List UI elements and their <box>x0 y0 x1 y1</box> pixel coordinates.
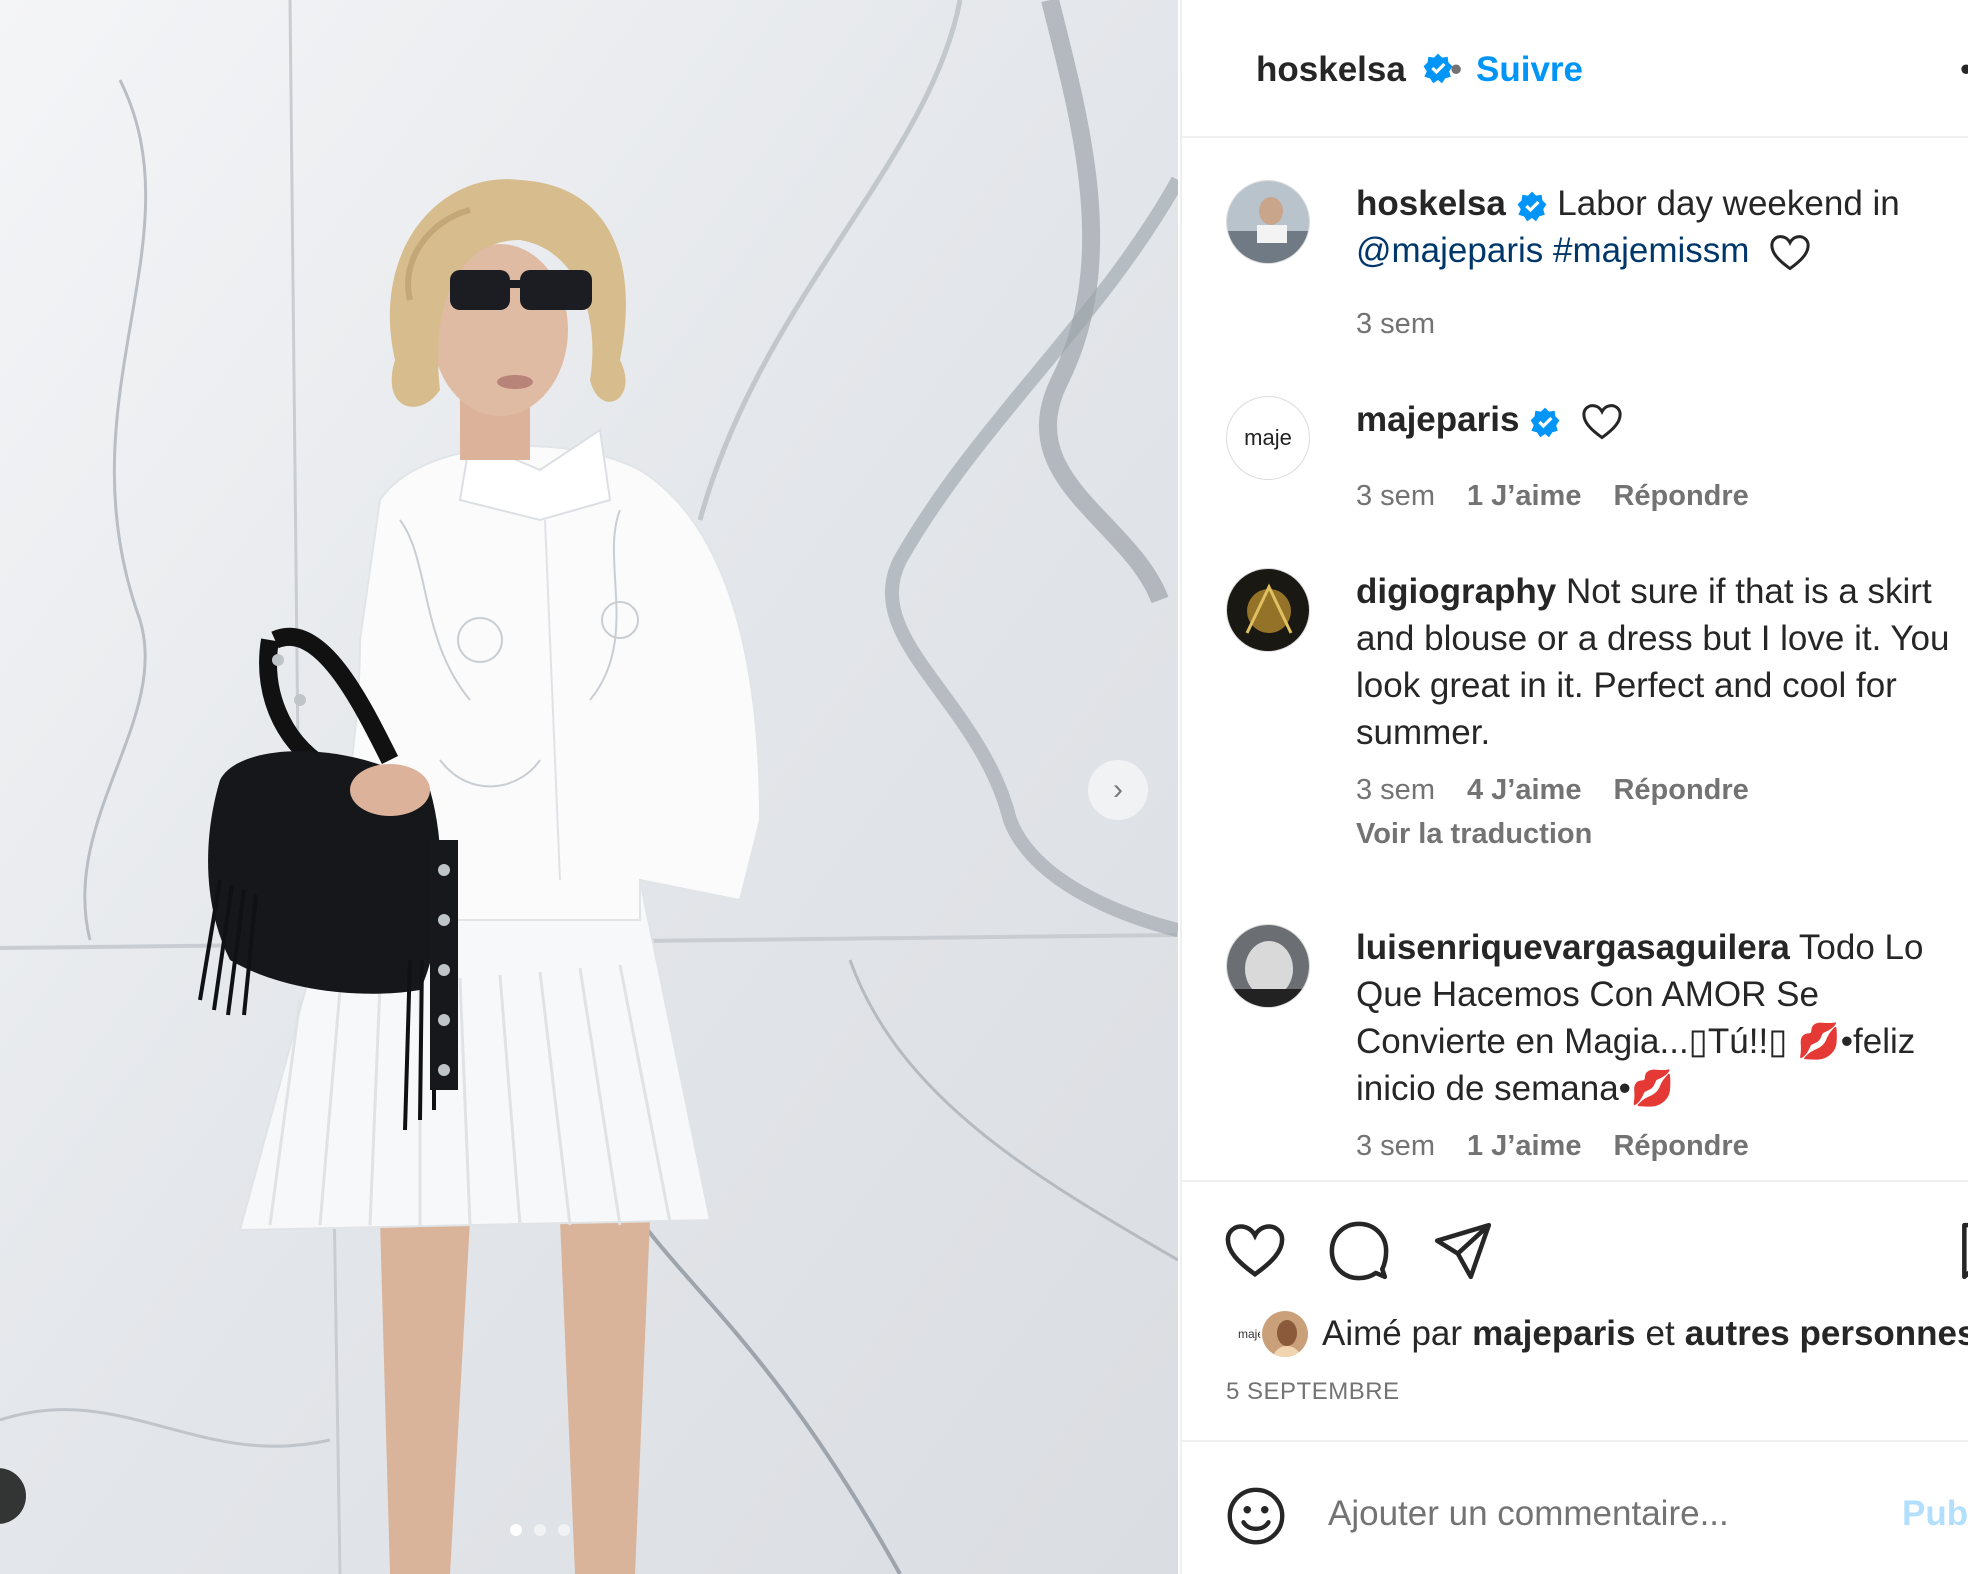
comment-username[interactable]: majeparis <box>1356 400 1519 439</box>
comment-username[interactable]: digiography <box>1356 572 1556 611</box>
see-translation-link[interactable]: Voir la traduction <box>1356 818 1592 851</box>
comment-item: maje majeparis 3 sem 1 J’aime Répondre <box>1226 396 1966 526</box>
comment-item: digiography Not sure if that is a skirt … <box>1226 568 1966 851</box>
carousel-indicators <box>510 1524 570 1536</box>
publish-button[interactable]: Publier <box>1902 1494 1968 1534</box>
comment-username[interactable]: luisenriquevargasaguilera <box>1356 928 1790 967</box>
post-date: 5 SEPTEMBRE <box>1226 1378 1400 1405</box>
post-actions: maje Aimé par majeparis et autres person… <box>1182 1180 1968 1440</box>
caption-meta: 3 sem <box>1356 308 1435 341</box>
more-options-icon[interactable]: • <box>1960 50 1968 90</box>
post-photo[interactable]: › <box>0 0 1178 1574</box>
emoji-icon[interactable] <box>1226 1486 1286 1546</box>
verified-badge-icon <box>1517 191 1546 221</box>
caption-text: hoskelsa Labor day weekend in @majeparis… <box>1356 180 1956 274</box>
header-username[interactable]: hoskelsa <box>1256 50 1406 90</box>
post-caption: hoskelsa Labor day weekend in @majeparis… <box>1226 180 1966 340</box>
reply-button[interactable]: Répondre <box>1613 480 1748 513</box>
heart-icon[interactable] <box>1224 1220 1286 1282</box>
bookmark-icon[interactable] <box>1954 1220 1968 1282</box>
carousel-dot <box>510 1524 522 1536</box>
caption-username[interactable]: hoskelsa <box>1356 184 1506 223</box>
comment-meta: 3 sem 1 J’aime Répondre <box>1356 480 1749 513</box>
comment-time: 3 sem <box>1356 480 1435 512</box>
comment-text: luisenriquevargasaguilera Todo Lo Que Ha… <box>1356 924 1956 1112</box>
comment-time: 3 sem <box>1356 774 1435 806</box>
reply-button[interactable]: Répondre <box>1613 1130 1748 1163</box>
add-comment-bar: Ajouter un commentaire... Publier <box>1182 1440 1968 1574</box>
comment-likes[interactable]: 1 J’aime <box>1467 1130 1581 1163</box>
caption-hashtag[interactable]: #majemissm <box>1553 231 1749 270</box>
comment-meta: 3 sem 1 J’aime Répondre <box>1356 1130 1749 1163</box>
like-comment-heart-icon[interactable] <box>1581 403 1623 441</box>
photo-illustration <box>0 0 1178 1574</box>
reply-button[interactable]: Répondre <box>1613 774 1748 807</box>
liked-by-prefix: Aimé par <box>1322 1314 1463 1353</box>
carousel-dot <box>534 1524 546 1536</box>
comment-likes[interactable]: 4 J’aime <box>1467 774 1581 807</box>
liked-by-row: maje Aimé par majeparis et autres person… <box>1226 1306 1968 1362</box>
avatar[interactable] <box>1226 180 1310 264</box>
liked-by-user[interactable]: majeparis <box>1472 1314 1635 1354</box>
chevron-right-icon: › <box>1113 773 1123 806</box>
caption-mention[interactable]: @majeparis <box>1356 231 1543 270</box>
comment-input[interactable]: Ajouter un commentaire... <box>1328 1494 1729 1534</box>
caption-time: 3 sem <box>1356 308 1435 340</box>
instagram-post-window: › hoskelsa • Suivre • <box>0 0 1968 1574</box>
verified-badge-icon <box>1530 407 1560 437</box>
liker-avatar <box>1260 1309 1310 1359</box>
header-separator: • <box>1450 50 1463 89</box>
comment-item: luisenriquevargasaguilera Todo Lo Que Ha… <box>1226 924 1966 1180</box>
paper-plane-icon[interactable] <box>1432 1220 1494 1282</box>
translation-row: Voir la traduction <box>1356 818 1592 851</box>
comment-icon[interactable] <box>1328 1220 1390 1282</box>
follow-button[interactable]: Suivre <box>1476 50 1583 90</box>
liked-by-others[interactable]: autres personnes <box>1685 1314 1968 1354</box>
post-header: hoskelsa • Suivre • <box>1182 0 1968 138</box>
avatar[interactable] <box>1226 568 1310 652</box>
next-image-button[interactable]: › <box>1088 760 1148 820</box>
avatar-logo-text: maje <box>1244 425 1292 450</box>
avatar[interactable]: maje <box>1226 396 1310 480</box>
comment-meta: 3 sem 4 J’aime Répondre <box>1356 774 1749 807</box>
like-comment-heart-icon[interactable] <box>1769 234 1811 272</box>
post-side-panel: hoskelsa • Suivre • hoskelsa Labor day w… <box>1180 0 1968 1574</box>
carousel-dot <box>558 1524 570 1536</box>
comments-list[interactable]: hoskelsa Labor day weekend in @majeparis… <box>1182 140 1968 1180</box>
comment-likes[interactable]: 1 J’aime <box>1467 480 1581 513</box>
comment-text: digiography Not sure if that is a skirt … <box>1356 568 1956 756</box>
caption-body: Labor day weekend in <box>1557 184 1900 223</box>
avatar[interactable] <box>1226 924 1310 1008</box>
comment-time: 3 sem <box>1356 1130 1435 1162</box>
comment-text: majeparis <box>1356 396 1956 443</box>
liked-by-conj: et <box>1645 1314 1675 1353</box>
